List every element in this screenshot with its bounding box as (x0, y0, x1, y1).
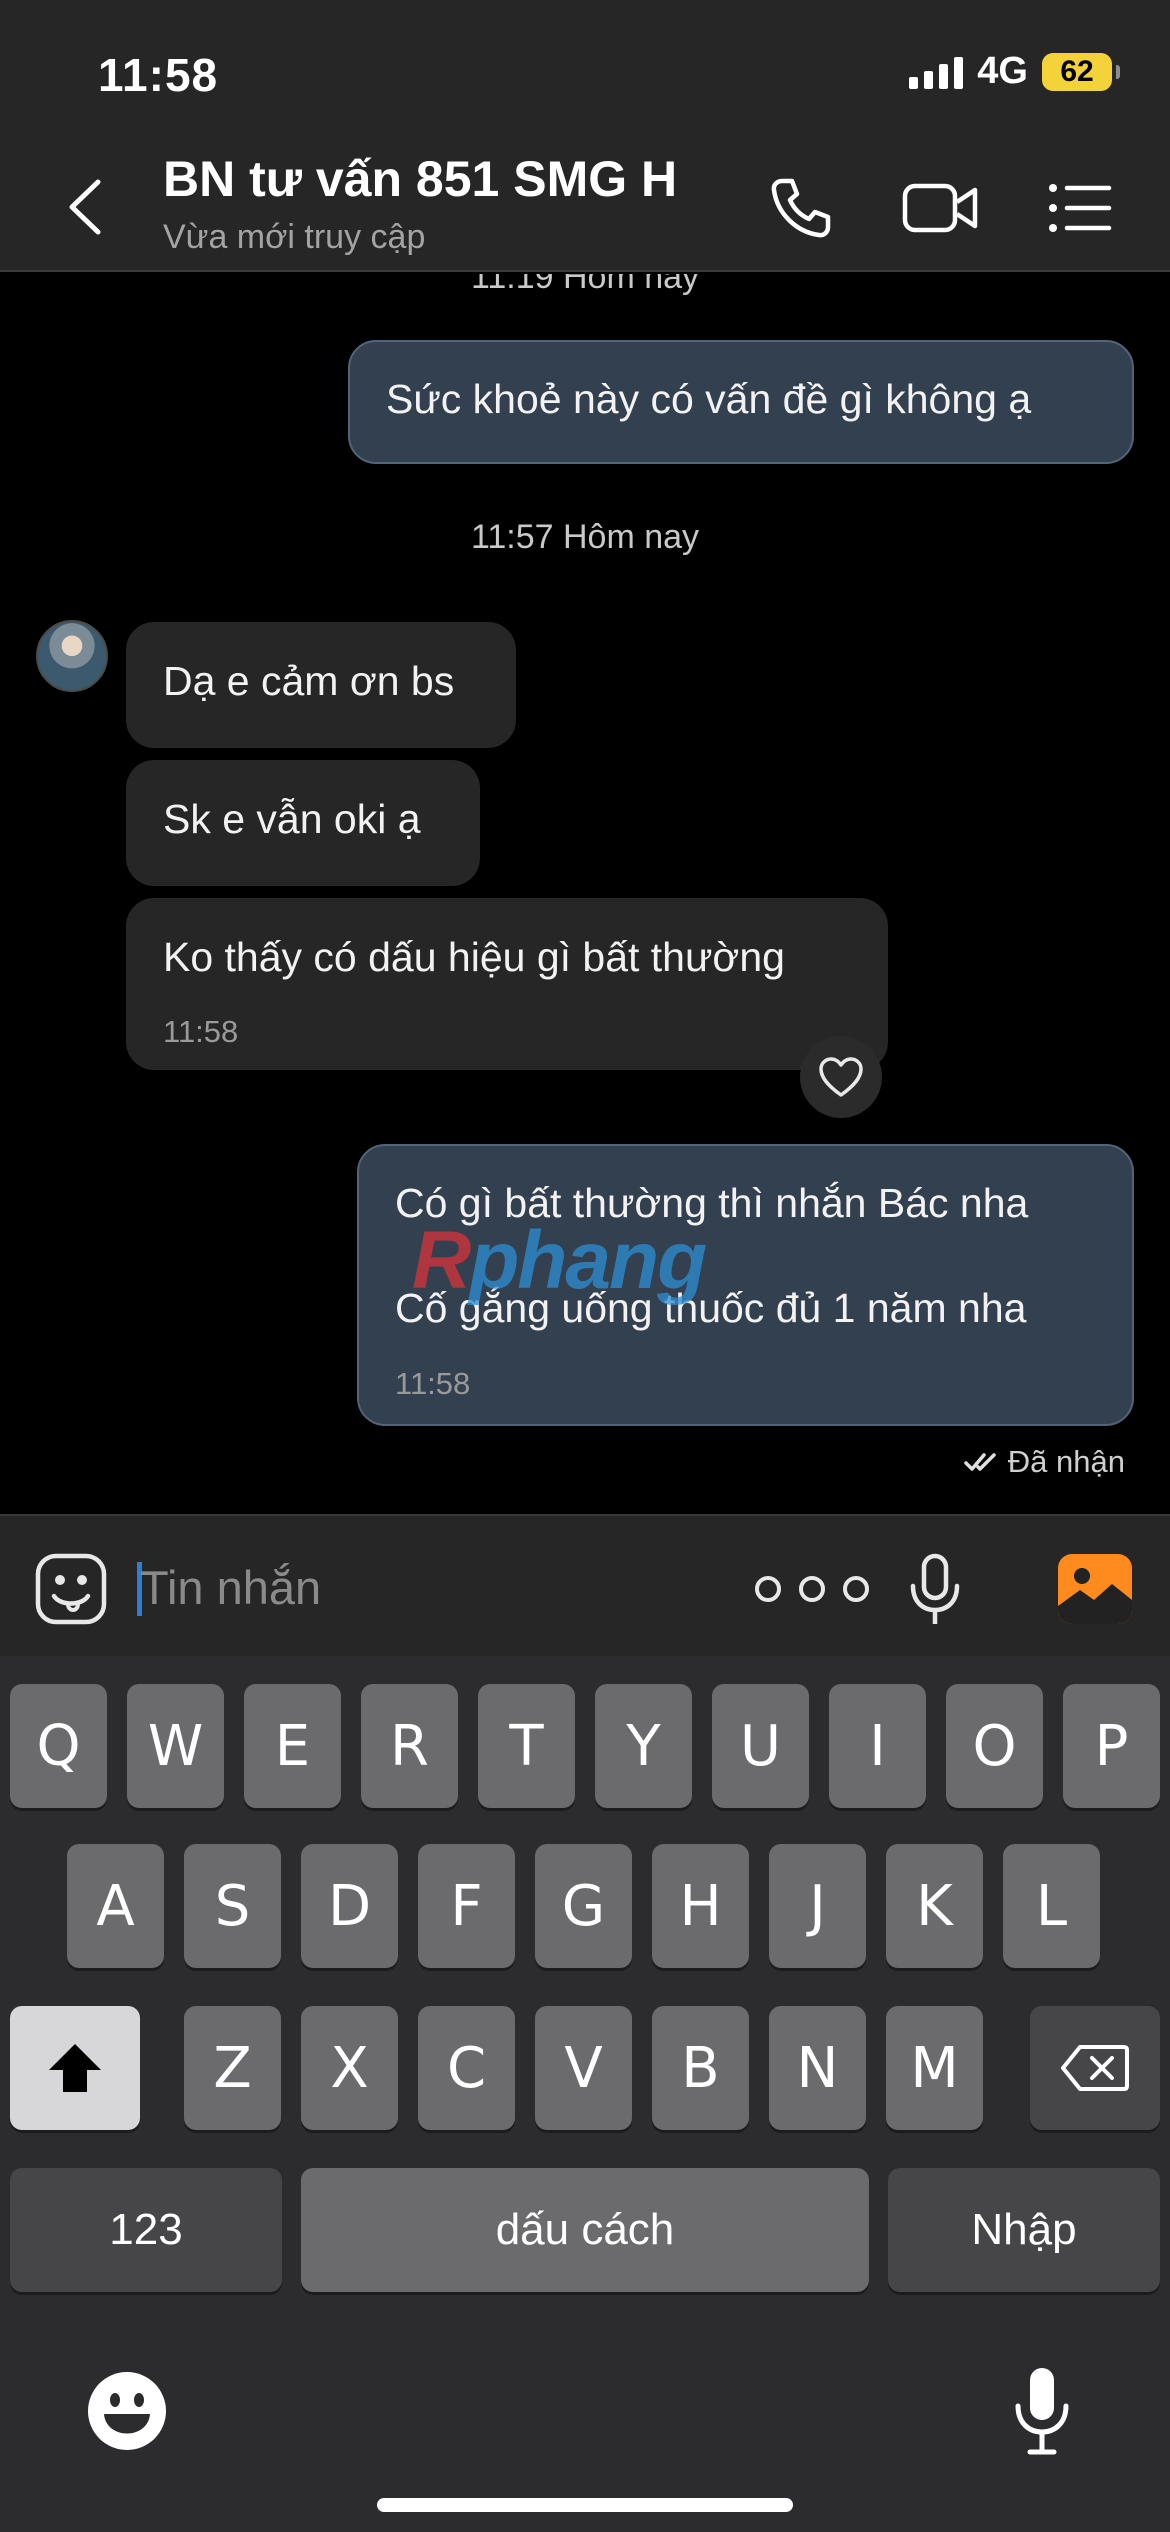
chat-area[interactable]: 11:19 Hôm nay Sức khoẻ này có vấn đề gì … (0, 274, 1170, 1514)
battery-icon: 62 (1042, 52, 1120, 91)
message-input-bar: Tin nhắn (0, 1514, 1170, 1656)
key-h[interactable]: H (652, 1844, 749, 1968)
status-indicators: 4G 62 (909, 50, 1120, 93)
top-bar: 11:58 4G 62 BN tư vấn 851 SMG H Vừa mới … (0, 0, 1170, 272)
delete-key[interactable] (1030, 2006, 1160, 2130)
key-q[interactable]: Q (10, 1684, 107, 1808)
key-p[interactable]: P (1063, 1684, 1160, 1808)
key-g[interactable]: G (535, 1844, 632, 1968)
avatar[interactable] (36, 620, 108, 692)
message-time: 11:58 (163, 1014, 239, 1049)
video-icon (902, 183, 978, 233)
key-z[interactable]: Z (184, 2006, 281, 2130)
key-x[interactable]: X (301, 2006, 398, 2130)
shift-key[interactable] (10, 2006, 140, 2130)
back-button[interactable] (58, 172, 118, 242)
numbers-key[interactable]: 123 (10, 2168, 282, 2292)
key-a[interactable]: A (67, 1844, 164, 1968)
message-text: Sức khoẻ này có vấn đề gì không ạ (386, 376, 1032, 422)
key-l[interactable]: L (1003, 1844, 1100, 1968)
delete-icon (1061, 2045, 1129, 2091)
sticker-icon (35, 1553, 107, 1625)
dictation-button[interactable] (1010, 2366, 1074, 2456)
gallery-icon (1058, 1568, 1132, 1624)
keyboard: Q W E R T Y U I O P A S D F G H J K L Z … (0, 1656, 1170, 2532)
outgoing-message-1[interactable]: Sức khoẻ này có vấn đề gì không ạ (348, 340, 1134, 464)
double-check-icon (964, 1453, 996, 1471)
key-o[interactable]: O (946, 1684, 1043, 1808)
message-time: 11:58 (395, 1366, 471, 1401)
key-n[interactable]: N (769, 2006, 866, 2130)
key-u[interactable]: U (712, 1684, 809, 1808)
incoming-message-1[interactable]: Dạ e cảm ơn bs (126, 622, 516, 748)
chat-subtitle: Vừa mới truy cập (163, 218, 426, 256)
message-text: Sk e vẫn oki ạ (163, 796, 421, 842)
key-m[interactable]: M (886, 2006, 983, 2130)
menu-button[interactable] (1040, 168, 1120, 248)
gallery-button[interactable] (1058, 1554, 1132, 1624)
key-d[interactable]: D (301, 1844, 398, 1968)
key-j[interactable]: J (769, 1844, 866, 1968)
read-status: Đã nhận (964, 1444, 1125, 1480)
message-text: Dạ e cảm ơn bs (163, 658, 455, 704)
message-text: Ko thấy có dấu hiệu gì bất thường (163, 934, 785, 980)
status-time: 11:58 (98, 49, 219, 101)
dictation-icon (1015, 2368, 1069, 2455)
more-button[interactable] (748, 1572, 876, 1606)
emoji-keyboard-button[interactable] (86, 2370, 168, 2452)
phone-icon (771, 178, 831, 238)
network-type: 4G (977, 50, 1028, 92)
react-button[interactable] (800, 1036, 882, 1118)
key-i[interactable]: I (829, 1684, 926, 1808)
key-r[interactable]: R (361, 1684, 458, 1808)
chat-title[interactable]: BN tư vấn 851 SMG H (163, 150, 677, 208)
key-s[interactable]: S (184, 1844, 281, 1968)
incoming-message-3[interactable]: Ko thấy có dấu hiệu gì bất thường 11:58 (126, 898, 888, 1070)
key-c[interactable]: C (418, 2006, 515, 2130)
more-icon (755, 1576, 869, 1602)
call-button[interactable] (761, 168, 841, 248)
heart-icon (819, 1057, 863, 1097)
menu-icon (1049, 184, 1112, 232)
message-input[interactable]: Tin nhắn (140, 1560, 321, 1615)
timestamp-mid: 11:57 Hôm nay (470, 518, 700, 556)
signal-icon (909, 55, 964, 89)
read-status-text: Đã nhận (1007, 1444, 1125, 1479)
emoji-icon (88, 2372, 166, 2450)
key-t[interactable]: T (478, 1684, 575, 1808)
back-icon (69, 179, 101, 235)
voice-message-button[interactable] (905, 1552, 965, 1628)
key-e[interactable]: E (244, 1684, 341, 1808)
key-b[interactable]: B (652, 2006, 749, 2130)
home-indicator[interactable] (377, 2498, 793, 2512)
key-w[interactable]: W (127, 1684, 224, 1808)
key-y[interactable]: Y (595, 1684, 692, 1808)
watermark-logo: Rphang (412, 1215, 707, 1306)
timestamp-top: 11:19 Hôm nay (470, 274, 700, 296)
battery-level: 62 (1060, 54, 1094, 88)
mic-icon (910, 1553, 960, 1624)
key-f[interactable]: F (418, 1844, 515, 1968)
return-key[interactable]: Nhập (888, 2168, 1160, 2292)
incoming-message-2[interactable]: Sk e vẫn oki ạ (126, 760, 480, 886)
key-k[interactable]: K (886, 1844, 983, 1968)
video-call-button[interactable] (900, 168, 980, 248)
shift-icon (49, 2044, 101, 2092)
key-v[interactable]: V (535, 2006, 632, 2130)
sticker-button[interactable] (34, 1552, 108, 1626)
space-key[interactable]: dấu cách (301, 2168, 869, 2292)
